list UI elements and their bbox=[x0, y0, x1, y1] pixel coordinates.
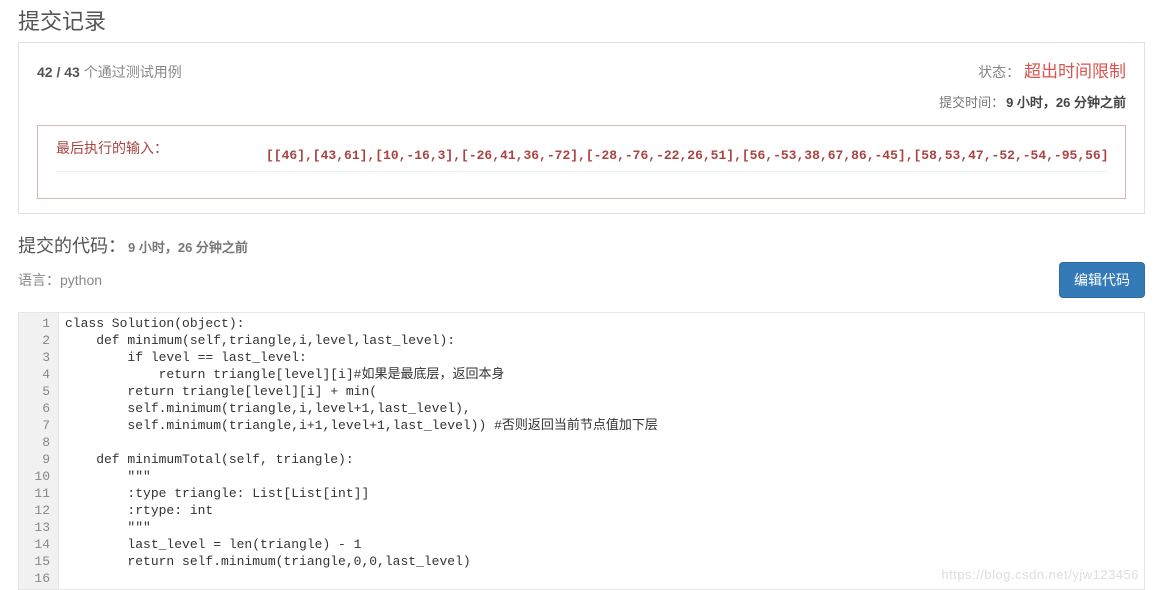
line-number: 11 bbox=[25, 485, 50, 502]
code-line: last_level = len(triangle) - 1 bbox=[65, 536, 1144, 553]
error-divider bbox=[56, 171, 1107, 172]
lang-label-text: 语言： bbox=[18, 272, 60, 288]
page-title: 提交记录 bbox=[18, 0, 1145, 42]
lang-value: python bbox=[60, 272, 102, 288]
code-line: return triangle[level][i]#如果是最底层，返回本身 bbox=[65, 366, 1144, 383]
code-line: return triangle[level][i] + min( bbox=[65, 383, 1144, 400]
code-line: :type triangle: List[List[int]] bbox=[65, 485, 1144, 502]
test-case-stats: 42 / 43 个通过测试用例 bbox=[37, 62, 182, 82]
passed-count: 42 bbox=[37, 64, 53, 80]
code-line: :rtype: int bbox=[65, 502, 1144, 519]
watermark: https://blog.csdn.net/yjw123456 bbox=[941, 567, 1139, 582]
line-number: 16 bbox=[25, 570, 50, 587]
code-line: def minimum(self,triangle,i,level,last_l… bbox=[65, 332, 1144, 349]
line-number: 5 bbox=[25, 383, 50, 400]
code-area: 12345678910111213141516 class Solution(o… bbox=[18, 312, 1145, 590]
line-number: 2 bbox=[25, 332, 50, 349]
code-section-header: 提交的代码： 9 小时，26 分钟之前 bbox=[18, 232, 1145, 258]
status-label: 状态： bbox=[978, 64, 1020, 80]
line-number: 8 bbox=[25, 434, 50, 451]
code-line: """ bbox=[65, 519, 1144, 536]
line-number: 1 bbox=[25, 315, 50, 332]
code-line: self.minimum(triangle,i+1,level+1,last_l… bbox=[65, 417, 1144, 434]
submit-time-value: 9 小时，26 分钟之前 bbox=[1006, 92, 1126, 111]
code-line: self.minimum(triangle,i,level+1,last_lev… bbox=[65, 400, 1144, 417]
line-number: 7 bbox=[25, 417, 50, 434]
summary-row-1: 42 / 43 个通过测试用例 状态： 超出时间限制 bbox=[37, 57, 1126, 82]
lang-row: 语言：python 编辑代码 bbox=[18, 262, 1145, 298]
line-number: 14 bbox=[25, 536, 50, 553]
code-content[interactable]: class Solution(object): def minimum(self… bbox=[59, 313, 1144, 589]
line-number: 9 bbox=[25, 451, 50, 468]
code-line: class Solution(object): bbox=[65, 315, 1144, 332]
submit-time-label: 提交时间： bbox=[939, 92, 1004, 111]
line-number: 15 bbox=[25, 553, 50, 570]
error-box: 最后执行的输入： [[46],[43,61],[10,-16,3],[-26,4… bbox=[37, 125, 1126, 199]
line-number: 10 bbox=[25, 468, 50, 485]
code-line bbox=[65, 434, 1144, 451]
line-number: 13 bbox=[25, 519, 50, 536]
code-section-title: 提交的代码： bbox=[18, 232, 126, 258]
status-value: 超出时间限制 bbox=[1024, 62, 1126, 81]
lang-label: 语言：python bbox=[18, 270, 102, 290]
total-count: 43 bbox=[64, 64, 80, 80]
summary-box: 42 / 43 个通过测试用例 状态： 超出时间限制 提交时间： 9 小时，26… bbox=[18, 42, 1145, 214]
summary-row-2: 提交时间： 9 小时，26 分钟之前 bbox=[37, 92, 1126, 111]
code-line: if level == last_level: bbox=[65, 349, 1144, 366]
code-line: """ bbox=[65, 468, 1144, 485]
edit-code-button[interactable]: 编辑代码 bbox=[1059, 262, 1145, 298]
code-gutter: 12345678910111213141516 bbox=[19, 313, 59, 589]
line-number: 12 bbox=[25, 502, 50, 519]
error-content: [[46],[43,61],[10,-16,3],[-26,41,36,-72]… bbox=[266, 148, 1107, 163]
stats-suffix-text: 个通过测试用例 bbox=[84, 64, 182, 80]
line-number: 4 bbox=[25, 366, 50, 383]
code-line: def minimumTotal(self, triangle): bbox=[65, 451, 1144, 468]
line-number: 3 bbox=[25, 349, 50, 366]
code-section-time: 9 小时，26 分钟之前 bbox=[128, 237, 248, 256]
status-block: 状态： 超出时间限制 bbox=[978, 57, 1126, 82]
line-number: 6 bbox=[25, 400, 50, 417]
